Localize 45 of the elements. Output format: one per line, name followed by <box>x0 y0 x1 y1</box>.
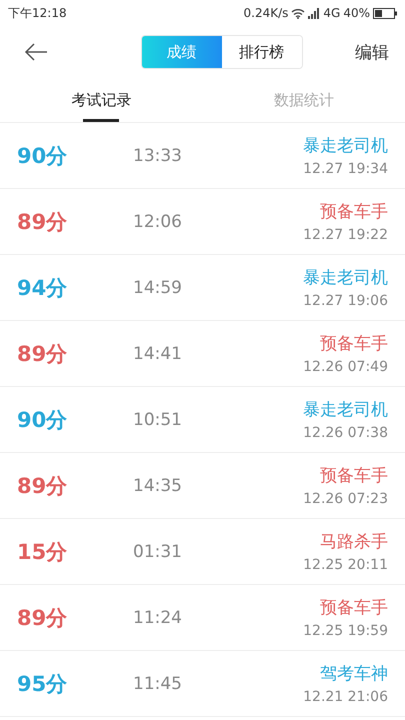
rank-title: 预备车手 <box>320 465 388 487</box>
date-text: 12.26 07:23 <box>303 491 388 507</box>
network-type: 4G <box>323 6 340 20</box>
date-text: 12.26 07:49 <box>303 359 388 375</box>
score-text: 90分 <box>17 406 68 434</box>
rank-title: 暴走老司机 <box>303 135 388 157</box>
score-text: 89分 <box>17 208 68 236</box>
rank-title: 预备车手 <box>320 597 388 619</box>
battery-icon <box>373 8 397 18</box>
edit-button[interactable]: 编辑 <box>355 40 389 64</box>
duration-text: 14:35 <box>133 476 183 496</box>
rank-title: 预备车手 <box>320 201 388 223</box>
rank-title: 暴走老司机 <box>303 267 388 289</box>
rank-title: 马路杀手 <box>320 531 388 553</box>
battery-percent: 40% <box>343 6 370 20</box>
score-text: 90分 <box>17 142 68 170</box>
rank-title: 暴走老司机 <box>303 399 388 421</box>
rank-title: 驾考车神 <box>320 663 388 685</box>
date-text: 12.27 19:22 <box>303 227 388 243</box>
back-arrow-icon[interactable] <box>24 43 48 61</box>
signal-icon <box>308 8 320 18</box>
duration-text: 11:45 <box>133 674 183 694</box>
status-time: 下午12:18 <box>8 4 67 22</box>
score-text: 89分 <box>17 472 68 500</box>
wifi-icon <box>291 8 306 18</box>
duration-text: 11:24 <box>133 608 183 628</box>
score-text: 15分 <box>17 538 68 566</box>
duration-text: 10:51 <box>133 410 183 430</box>
score-text: 95分 <box>17 670 68 698</box>
score-text: 89分 <box>17 604 68 632</box>
duration-text: 13:33 <box>133 146 183 166</box>
date-text: 12.26 07:38 <box>303 425 388 441</box>
score-text: 94分 <box>17 274 68 302</box>
date-text: 12.25 19:59 <box>303 623 388 639</box>
date-text: 12.27 19:06 <box>303 293 388 309</box>
network-speed: 0.24K/s <box>244 6 288 20</box>
duration-text: 12:06 <box>133 212 183 232</box>
rank-title: 预备车手 <box>320 333 388 355</box>
date-text: 12.25 20:11 <box>303 557 388 573</box>
duration-text: 14:41 <box>133 344 183 364</box>
date-text: 12.27 19:34 <box>303 161 388 177</box>
date-text: 12.21 21:06 <box>303 689 388 705</box>
score-text: 89分 <box>17 340 68 368</box>
duration-text: 14:59 <box>133 278 183 298</box>
duration-text: 01:31 <box>133 542 183 562</box>
